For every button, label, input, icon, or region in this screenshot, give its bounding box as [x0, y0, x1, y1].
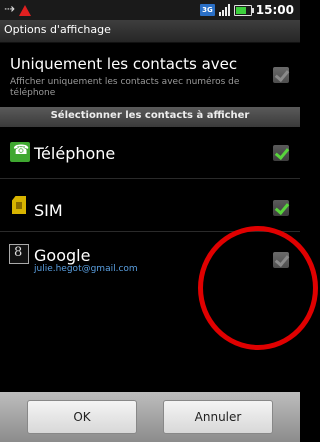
- account-row-sim[interactable]: SIM: [0, 181, 300, 232]
- sim-icon: [12, 196, 26, 214]
- section-header-label: Sélectionner les contacts à afficher: [50, 110, 250, 121]
- warning-icon: [18, 4, 31, 16]
- dialog-title-bar: Options d'affichage: [0, 20, 300, 43]
- sim-checkbox[interactable]: [273, 199, 290, 216]
- phone-icon: [10, 142, 30, 162]
- status-bar: ⇢ 3G 15:00: [0, 0, 300, 20]
- option-phone-only-row[interactable]: Uniquement les contacts avec Afficher un…: [0, 43, 300, 107]
- option-checkbox[interactable]: [273, 66, 290, 83]
- signal-icon: [218, 4, 230, 16]
- account-label-sim: SIM: [34, 201, 63, 220]
- clock: 15:00: [255, 3, 294, 17]
- ok-button[interactable]: OK: [27, 400, 137, 434]
- 3g-icon: 3G: [200, 4, 215, 16]
- account-row-telephone[interactable]: Téléphone: [0, 128, 300, 179]
- google-icon: [9, 244, 29, 264]
- option-title: Uniquement les contacts avec: [10, 55, 238, 73]
- annotation-circle: [198, 226, 318, 350]
- account-label-telephone: Téléphone: [34, 144, 116, 163]
- usb-icon: ⇢: [4, 2, 15, 17]
- account-label-google: Google: [34, 246, 91, 265]
- battery-fill: [235, 6, 247, 14]
- option-subtitle: Afficher uniquement les contacts avec nu…: [10, 77, 240, 98]
- telephone-checkbox[interactable]: [273, 144, 290, 161]
- account-email: julie.hegot@gmail.com: [34, 264, 138, 274]
- button-bar: OK Annuler: [0, 392, 300, 442]
- dialog-title: Options d'affichage: [4, 23, 111, 36]
- section-header: Sélectionner les contacts à afficher: [0, 107, 300, 127]
- cancel-button[interactable]: Annuler: [163, 400, 273, 434]
- battery-icon: [233, 4, 254, 16]
